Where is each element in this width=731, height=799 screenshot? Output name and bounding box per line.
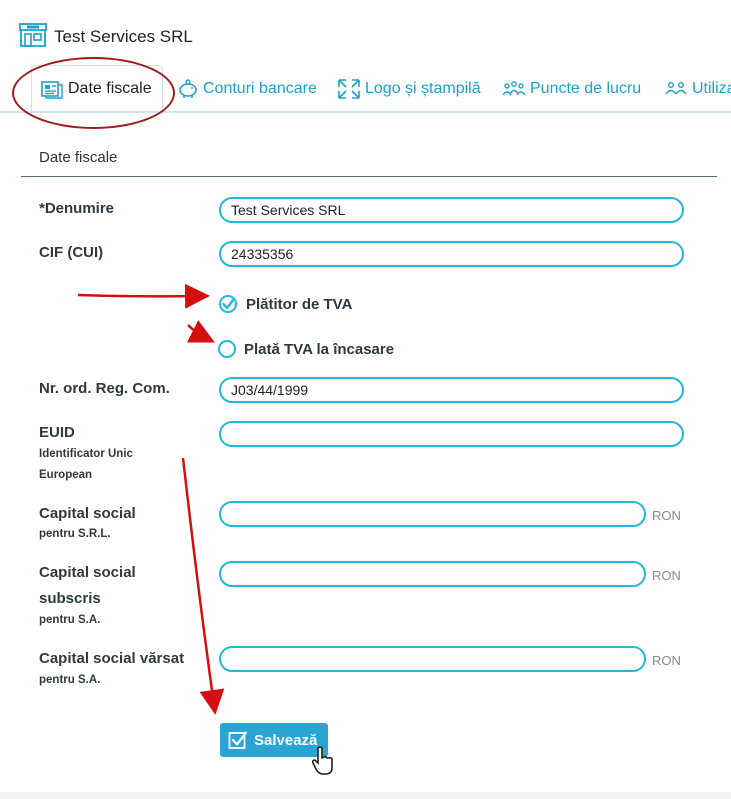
- arrow-to-plata-tva: [186, 320, 215, 343]
- annotation-arrows: [77, 283, 225, 715]
- arrow-to-save-button: [181, 457, 225, 715]
- arrow-to-platitor-tva: [77, 283, 210, 309]
- bottom-bar: [0, 792, 731, 799]
